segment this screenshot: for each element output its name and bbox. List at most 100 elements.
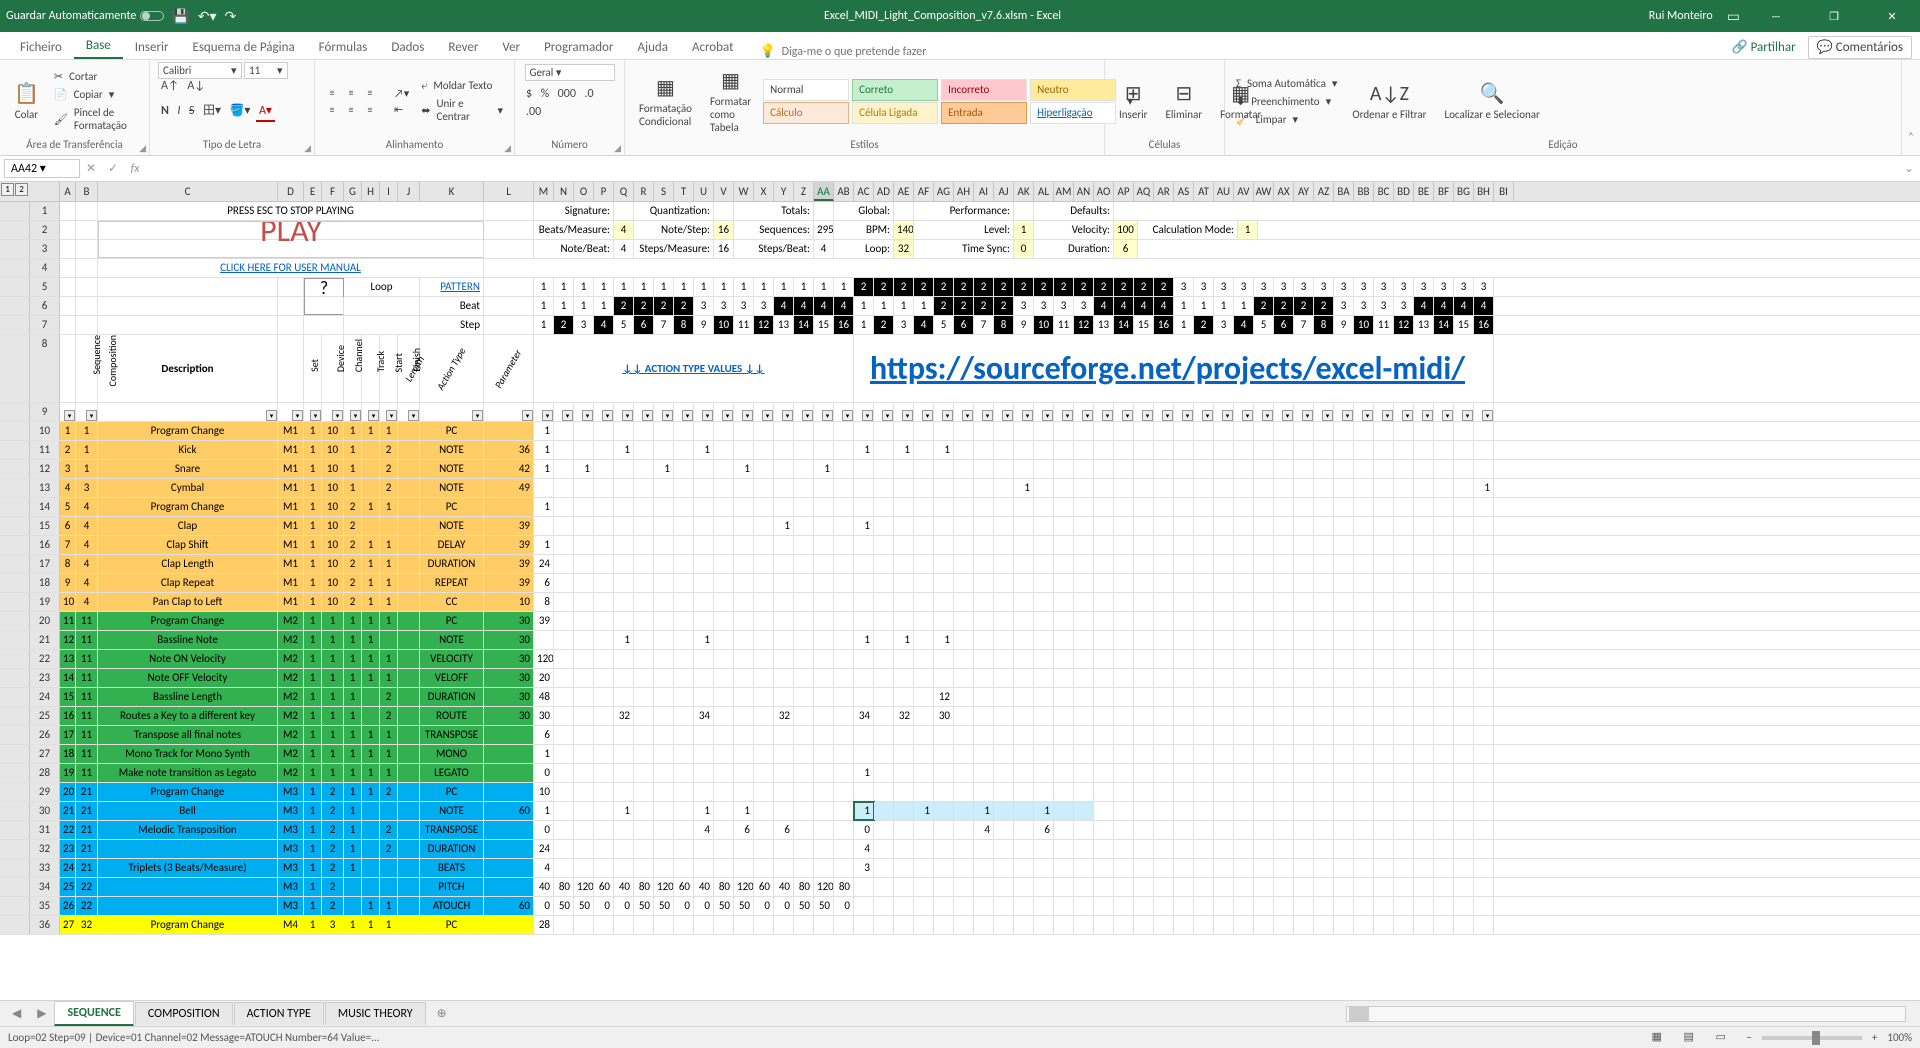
step-value-cell[interactable] — [834, 821, 854, 839]
step-value-cell[interactable] — [1214, 745, 1234, 763]
step-value-cell[interactable] — [554, 859, 574, 877]
tr-cell[interactable]: 2 — [344, 593, 362, 611]
step-value-cell[interactable] — [1354, 498, 1374, 516]
pattern-cell[interactable]: 3 — [1414, 278, 1434, 296]
step-value-cell[interactable] — [834, 783, 854, 801]
time-sync-value[interactable]: 0 — [1014, 240, 1034, 258]
step-value-cell[interactable] — [834, 669, 854, 687]
step-value-cell[interactable] — [834, 479, 854, 497]
pattern-cell[interactable]: 1 — [594, 278, 614, 296]
step-value-cell[interactable] — [874, 707, 894, 725]
ch-cell[interactable]: 10 — [322, 536, 344, 554]
beat-cell[interactable]: 3 — [1374, 297, 1394, 315]
filter-dropdown-icon[interactable]: ▾ — [310, 410, 321, 421]
step-value-cell[interactable]: 1 — [894, 441, 914, 459]
tab-base[interactable]: Base — [74, 34, 123, 59]
step-value-cell[interactable] — [934, 840, 954, 858]
step-value-cell[interactable] — [874, 517, 894, 535]
col-head-K[interactable]: K — [420, 182, 484, 201]
len-cell[interactable] — [398, 726, 420, 744]
step-value-cell[interactable]: 120 — [574, 878, 594, 896]
align-grid[interactable]: ≡≡≡≡≡≡ — [323, 85, 379, 118]
pattern-cell[interactable]: 1 — [534, 278, 554, 296]
step-value-cell[interactable]: 1 — [574, 460, 594, 478]
dev-cell[interactable]: 1 — [304, 612, 322, 630]
step-cell[interactable]: 15 — [1454, 316, 1474, 334]
ch-cell[interactable]: 2 — [322, 802, 344, 820]
step-value-cell[interactable]: 50 — [734, 897, 754, 915]
start-cell[interactable] — [362, 460, 380, 478]
step-value-cell[interactable] — [694, 422, 714, 440]
step-value-cell[interactable] — [1474, 688, 1494, 706]
set-cell[interactable]: M1 — [278, 498, 304, 516]
step-value-cell[interactable] — [1454, 650, 1474, 668]
step-value-cell[interactable]: 32 — [774, 707, 794, 725]
filter-cell[interactable]: ▾ — [1274, 403, 1294, 421]
step-value-cell[interactable] — [574, 498, 594, 516]
step-value-cell[interactable] — [1114, 802, 1134, 820]
step-value-cell[interactable] — [1374, 555, 1394, 573]
filter-cell[interactable]: ▾ — [1234, 403, 1254, 421]
filter-cell[interactable]: ▾ — [894, 403, 914, 421]
step-value-cell[interactable] — [754, 726, 774, 744]
step-value-cell[interactable] — [1454, 517, 1474, 535]
step-value-cell[interactable] — [634, 802, 654, 820]
filter-cell[interactable]: ▾ — [1214, 403, 1234, 421]
filter-dropdown-icon[interactable]: ▾ — [266, 410, 277, 421]
step-value-cell[interactable] — [634, 574, 654, 592]
comp-cell[interactable]: 21 — [76, 783, 98, 801]
ch-cell[interactable]: 10 — [322, 422, 344, 440]
step-value-cell[interactable]: 1 — [914, 802, 934, 820]
step-value-cell[interactable] — [674, 840, 694, 858]
desc-cell[interactable]: Kick — [98, 441, 278, 459]
limpar-button[interactable]: 🧹 Limpar ▾ — [1233, 111, 1301, 128]
step-value-cell[interactable] — [1154, 593, 1174, 611]
step-value-cell[interactable] — [1034, 441, 1054, 459]
step-value-cell[interactable] — [674, 726, 694, 744]
param-cell[interactable]: 39 — [484, 555, 534, 573]
step-value-cell[interactable] — [754, 650, 774, 668]
step-value-cell[interactable]: 30 — [534, 707, 554, 725]
step-value-cell[interactable] — [1174, 859, 1194, 877]
step-value-cell[interactable] — [1334, 821, 1354, 839]
step-value-cell[interactable] — [1254, 536, 1274, 554]
step-value-cell[interactable] — [654, 745, 674, 763]
filter-cell[interactable]: ▾ — [1034, 403, 1054, 421]
step-value-cell[interactable] — [634, 650, 654, 668]
step-value-cell[interactable] — [834, 441, 854, 459]
step-value-cell[interactable] — [1334, 517, 1354, 535]
step-value-cell[interactable] — [994, 441, 1014, 459]
step-value-cell[interactable] — [1134, 688, 1154, 706]
expand-formula-icon[interactable]: ⌄ — [1898, 161, 1920, 176]
step-value-cell[interactable] — [1154, 688, 1174, 706]
step-value-cell[interactable] — [714, 574, 734, 592]
step-value-cell[interactable] — [1294, 669, 1314, 687]
step-value-cell[interactable] — [934, 916, 954, 934]
col-head-AZ[interactable]: AZ — [1314, 182, 1334, 201]
tab-acrobat[interactable]: Acrobat — [680, 36, 746, 59]
step-value-cell[interactable] — [934, 878, 954, 896]
filter-cell[interactable]: ▾ — [654, 403, 674, 421]
step-value-cell[interactable] — [654, 422, 674, 440]
step-value-cell[interactable] — [554, 612, 574, 630]
step-value-cell[interactable]: 10 — [534, 783, 554, 801]
filter-cell[interactable]: ▾ — [614, 403, 634, 421]
step-value-cell[interactable] — [1054, 612, 1074, 630]
ordenar-button[interactable]: A↓ZOrdenar e Filtrar — [1346, 80, 1432, 123]
step-value-cell[interactable] — [594, 669, 614, 687]
step-value-cell[interactable] — [934, 764, 954, 782]
step-value-cell[interactable] — [1034, 859, 1054, 877]
step-value-cell[interactable] — [814, 859, 834, 877]
finish-cell[interactable]: 1 — [380, 726, 398, 744]
ch-cell[interactable]: 2 — [322, 859, 344, 877]
loop-value[interactable]: 32 — [894, 240, 914, 258]
col-head-AH[interactable]: AH — [954, 182, 974, 201]
filter-cell[interactable]: ▾ — [322, 403, 344, 421]
step-value-cell[interactable] — [1074, 555, 1094, 573]
col-head-O[interactable]: O — [574, 182, 594, 201]
step-value-cell[interactable] — [1174, 479, 1194, 497]
finish-cell[interactable]: 2 — [380, 688, 398, 706]
step-value-cell[interactable] — [674, 612, 694, 630]
step-value-cell[interactable] — [754, 517, 774, 535]
row-number[interactable]: 5 — [30, 278, 60, 296]
